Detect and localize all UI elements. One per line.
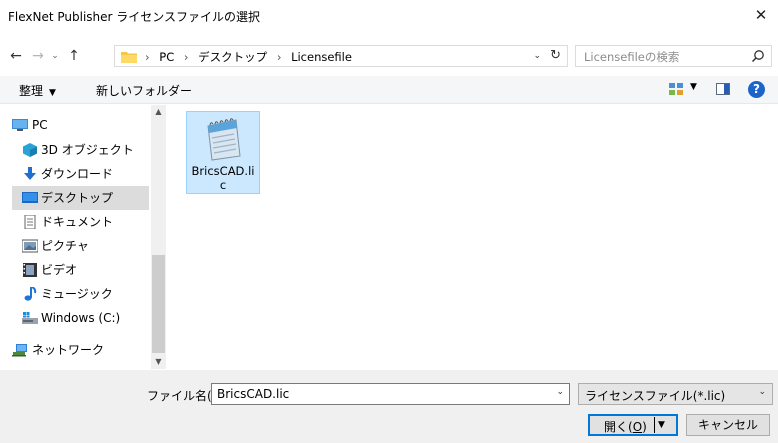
search-placeholder: Licensefileの検索 [584, 50, 680, 64]
nav-item-desktop[interactable]: デスクトップ [12, 186, 149, 210]
chevron-down-icon: ▼ [49, 88, 56, 98]
open-button[interactable]: 開く(O) ▼ [588, 414, 678, 436]
drive-icon [22, 312, 38, 324]
new-folder-button[interactable]: 新しいフォルダー [96, 82, 192, 99]
nav-item-label: ピクチャ [41, 239, 89, 253]
network-icon [12, 344, 27, 357]
organize-button[interactable]: 整理 ▼ [19, 82, 56, 99]
pc-icon [12, 119, 28, 131]
nav-item-network[interactable]: ネットワーク [12, 338, 149, 362]
split-divider [654, 417, 655, 433]
nav-item-videos[interactable]: ビデオ [12, 258, 149, 282]
filetype-dropdown-icon[interactable]: ⌄ [758, 387, 766, 397]
address-dropdown-icon[interactable]: ⌄ [533, 48, 541, 65]
nav-item-label: ミュージック [41, 287, 113, 301]
command-bar: 整理 ▼ 新しいフォルダー ▼ ? [0, 76, 778, 104]
nav-item-music[interactable]: ミュージック [12, 282, 149, 306]
open-label-accesskey: O [632, 420, 643, 434]
breadcrumb-separator[interactable]: › [145, 50, 150, 64]
window-title: FlexNet Publisher ライセンスファイルの選択 [8, 10, 261, 24]
filename-dropdown-icon[interactable]: ⌄ [556, 387, 564, 397]
nav-item-label: PC [32, 118, 48, 132]
scroll-down-icon[interactable]: ▼ [151, 355, 166, 369]
help-icon[interactable]: ? [748, 81, 765, 98]
preview-pane-icon[interactable] [716, 83, 730, 95]
close-icon[interactable]: ✕ [750, 4, 772, 26]
music-icon [24, 287, 37, 301]
videos-icon [23, 263, 37, 277]
address-row: ← → ⌄ ↑ › PC › デスクトップ › Licensefile ⌄ ↻ … [0, 42, 778, 70]
breadcrumb-desktop[interactable]: デスクトップ [198, 50, 267, 64]
documents-icon [24, 215, 36, 229]
breadcrumb-separator[interactable]: › [184, 50, 189, 64]
file-list: BricsCAD.lic [176, 105, 778, 369]
filetype-select[interactable]: ライセンスファイル(*.lic) ⌄ [578, 383, 773, 405]
cancel-button[interactable]: キャンセル [686, 414, 770, 436]
recent-locations-chevron-icon[interactable]: ⌄ [48, 45, 62, 67]
breadcrumb: › PC › デスクトップ › Licensefile [143, 49, 356, 65]
nav-item-label: ネットワーク [32, 343, 105, 357]
text-document-icon [207, 118, 241, 161]
nav-item-downloads[interactable]: ダウンロード [12, 162, 149, 186]
nav-item-3d-objects[interactable]: 3D オブジェクト [12, 138, 149, 162]
search-icon[interactable] [751, 49, 765, 63]
nav-item-label: デスクトップ [41, 191, 114, 205]
refresh-icon[interactable]: ↻ [550, 46, 561, 66]
navigation-pane: PC 3D オブジェクト ダウンロード デスクトップ ドキュメント ピクチャ ビ… [12, 105, 165, 369]
nav-item-pictures[interactable]: ピクチャ [12, 234, 149, 258]
address-bar[interactable]: › PC › デスクトップ › Licensefile ⌄ ↻ [114, 45, 568, 67]
download-icon [24, 167, 36, 180]
nav-item-label: ダウンロード [41, 167, 114, 181]
breadcrumb-separator[interactable]: › [277, 50, 282, 64]
filetype-value: ライセンスファイル(*.lic) [585, 389, 726, 403]
filename-value: BricsCAD.lic [217, 387, 290, 401]
nav-item-label: Windows (C:) [41, 311, 121, 325]
up-arrow-icon[interactable]: ↑ [64, 45, 84, 67]
scroll-thumb[interactable] [152, 255, 165, 353]
filename-field[interactable]: BricsCAD.lic ⌄ [211, 383, 570, 405]
view-options-icon[interactable] [669, 83, 683, 95]
nav-item-pc[interactable]: PC [12, 113, 149, 137]
nav-item-documents[interactable]: ドキュメント [12, 210, 149, 234]
open-label-text: 開く( [604, 420, 633, 434]
breadcrumb-licensefile[interactable]: Licensefile [291, 50, 352, 64]
folder-icon [121, 52, 137, 63]
open-label: 開く(O) [604, 418, 647, 435]
filename-label-text: ファイル名( [147, 389, 212, 403]
desktop-icon [22, 192, 38, 203]
file-name: BricsCAD.lic [191, 164, 255, 192]
open-dropdown-icon[interactable]: ▼ [658, 417, 665, 433]
dialog-footer: ファイル名(N): BricsCAD.lic ⌄ ライセンスファイル(*.lic… [0, 370, 778, 443]
title-bar: FlexNet Publisher ライセンスファイルの選択 ✕ [0, 0, 778, 31]
3d-objects-icon [23, 143, 37, 157]
view-dropdown-icon[interactable]: ▼ [690, 82, 697, 92]
pictures-icon [22, 239, 38, 253]
file-item[interactable]: BricsCAD.lic [186, 111, 260, 194]
organize-label: 整理 [19, 84, 44, 98]
nav-item-label: 3D オブジェクト [41, 143, 134, 157]
nav-item-windows-c[interactable]: Windows (C:) [12, 306, 149, 330]
breadcrumb-pc[interactable]: PC [159, 50, 174, 64]
back-arrow-icon[interactable]: ← [6, 45, 26, 67]
nav-scrollbar[interactable]: ▲ ▼ [151, 105, 166, 369]
search-input[interactable]: Licensefileの検索 [575, 45, 772, 67]
open-label-end: ) [642, 420, 647, 434]
nav-item-label: ドキュメント [41, 215, 114, 229]
nav-item-label: ビデオ [41, 263, 78, 277]
scroll-up-icon[interactable]: ▲ [151, 105, 166, 119]
forward-arrow-icon[interactable]: → [28, 45, 48, 67]
